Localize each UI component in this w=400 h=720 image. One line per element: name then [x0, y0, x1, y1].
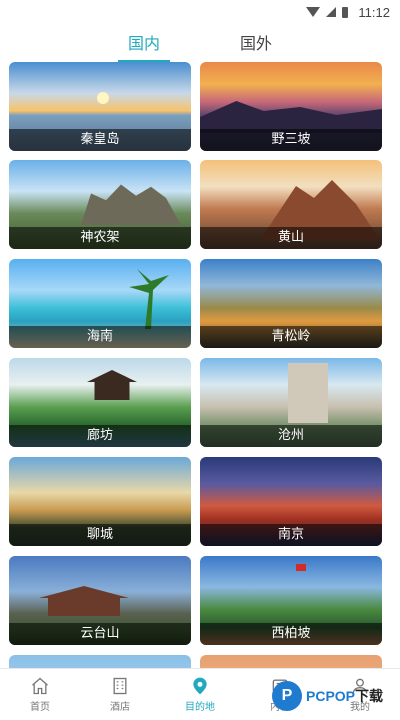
pcpop-logo-icon: P	[272, 681, 302, 711]
nav-home[interactable]: 首页	[0, 669, 80, 720]
destination-card[interactable]	[9, 655, 191, 668]
destination-card[interactable]: 黄山	[200, 160, 382, 249]
hotel-icon	[113, 677, 127, 695]
destination-name: 神农架	[9, 227, 191, 249]
destination-name: 秦皇岛	[9, 129, 191, 151]
destination-card[interactable]: 廊坊	[9, 358, 191, 447]
region-tabs: 国内 国外	[0, 24, 400, 62]
home-icon	[32, 677, 48, 695]
destination-name: 野三坡	[200, 129, 382, 151]
watermark-suffix: 下载	[355, 688, 384, 704]
wifi-icon	[306, 7, 321, 17]
destination-name: 廊坊	[9, 425, 191, 447]
nav-home-label: 首页	[30, 702, 50, 713]
tab-domestic[interactable]: 国内	[117, 24, 171, 62]
status-bar: 11:12	[0, 0, 400, 24]
destination-card[interactable]: 青松岭	[200, 259, 382, 348]
destination-card[interactable]: 神农架	[9, 160, 191, 249]
destination-card[interactable]: 云台山	[9, 556, 191, 645]
destination-photo	[9, 655, 191, 668]
signal-icon	[326, 7, 337, 17]
location-pin-icon	[193, 677, 207, 695]
destination-card[interactable]: 秦皇岛	[9, 62, 191, 151]
destination-card[interactable]: 野三坡	[200, 62, 382, 151]
status-time: 11:12	[358, 4, 390, 20]
destination-card[interactable]: 海南	[9, 259, 191, 348]
nav-destination[interactable]: 目的地	[160, 669, 240, 720]
watermark-text: PCPOP下载	[306, 686, 383, 706]
battery-icon	[342, 6, 349, 18]
destination-card[interactable]	[200, 655, 382, 668]
destination-name: 海南	[9, 326, 191, 348]
nav-hotel-label: 酒店	[110, 702, 130, 713]
pcpop-watermark: P PCPOP下载	[272, 676, 400, 716]
destination-name: 聊城	[9, 524, 191, 546]
destination-card[interactable]: 西柏坡	[200, 556, 382, 645]
destination-name: 青松岭	[200, 326, 382, 348]
destination-name: 南京	[200, 524, 382, 546]
destination-card[interactable]: 沧州	[200, 358, 382, 447]
nav-destination-label: 目的地	[185, 702, 215, 713]
destination-name: 西柏坡	[200, 623, 382, 645]
nav-hotel[interactable]: 酒店	[80, 669, 160, 720]
destination-card[interactable]: 聊城	[9, 457, 191, 546]
watermark-brand: PCPOP	[306, 688, 356, 704]
destination-photo	[200, 655, 382, 668]
destination-name: 沧州	[200, 425, 382, 447]
tab-overseas[interactable]: 国外	[240, 24, 272, 62]
destination-name: 云台山	[9, 623, 191, 645]
destination-grid: 秦皇岛 野三坡 神农架 黄山 海南 青松岭 廊坊 沧州 聊城 南京 云台山 西柏…	[0, 62, 400, 668]
destination-card[interactable]: 南京	[200, 457, 382, 546]
destination-name: 黄山	[200, 227, 382, 249]
